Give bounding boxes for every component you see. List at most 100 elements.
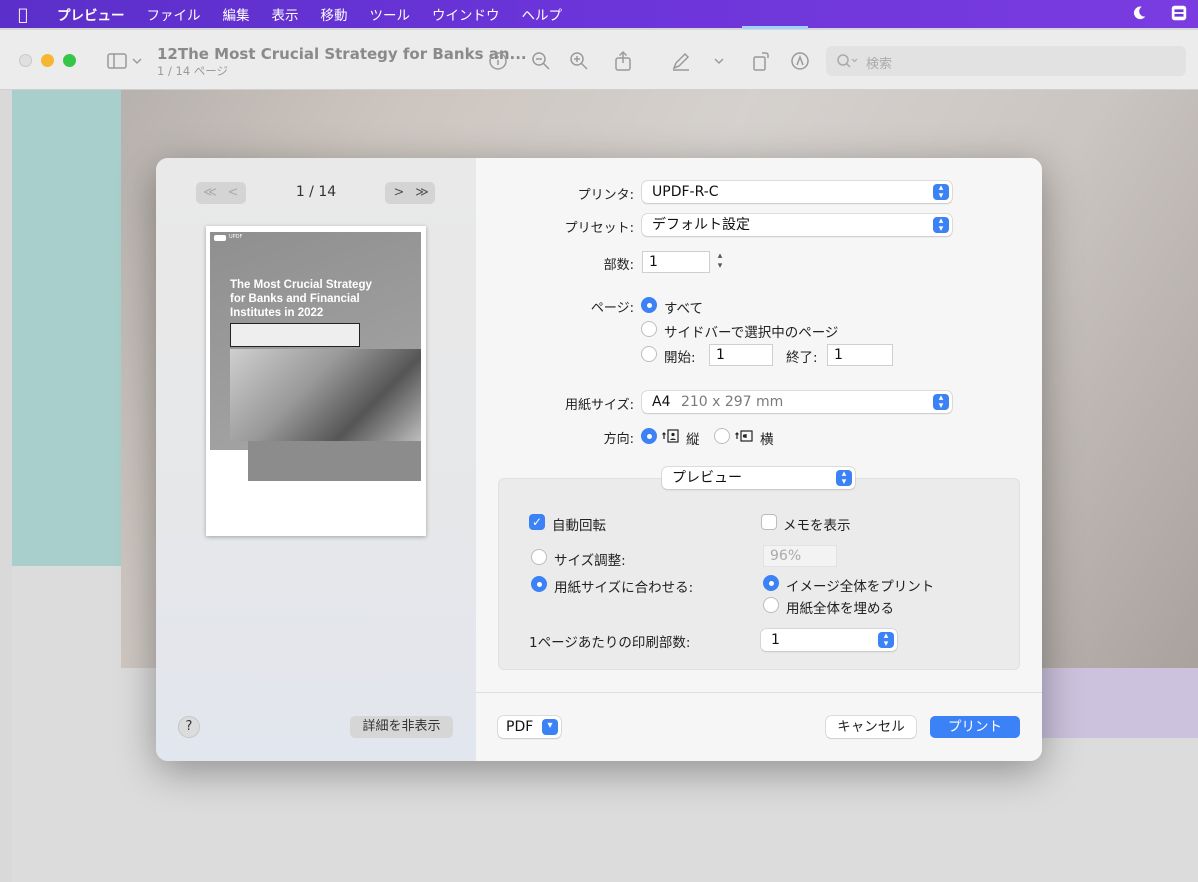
popup-arrows-icon: ▴ ▾ (933, 394, 949, 411)
search-input[interactable]: 検索 (826, 46, 1186, 76)
page-nav-forward-group: > ≫ (385, 182, 435, 204)
prev-page-button[interactable]: < (222, 182, 244, 204)
menu-window[interactable]: ウインドウ (421, 4, 511, 24)
markup-chevron-down-icon[interactable] (713, 50, 725, 72)
last-page-button[interactable]: ≫ (411, 182, 433, 204)
fit-to-paper-label: 用紙サイズに合わせる: (554, 580, 694, 596)
moon-icon[interactable] (1130, 4, 1148, 22)
landscape-icon (735, 430, 753, 442)
print-entire-image-radio[interactable] (763, 575, 779, 591)
chevron-down-icon[interactable] (131, 50, 143, 72)
pages-to-label: 終了: (786, 350, 818, 366)
options-section-value: プレビュー (672, 470, 742, 486)
paper-size-select[interactable]: A4 210 x 297 mm ▴ ▾ (642, 391, 952, 413)
thumbnail-logo-text: UPDF (229, 234, 243, 240)
preset-value: デフォルト設定 (652, 217, 750, 233)
settings-pane: プリンタ: UPDF-R-C ▴ ▾ プリセット: デフォルト設定 ▴ ▾ 部数: … (476, 158, 1042, 761)
pages-per-sheet-select[interactable]: 1 ▴ ▾ (761, 629, 897, 651)
pages-label: ページ: (590, 301, 634, 316)
orientation-label: 方向: (603, 432, 634, 447)
preset-select[interactable]: デフォルト設定 ▴ ▾ (642, 214, 952, 236)
pages-sidebar-label: サイドバーで選択中のページ (664, 325, 839, 341)
scale-radio[interactable] (531, 549, 547, 565)
next-page-button[interactable]: > (387, 182, 411, 204)
portrait-icon (662, 429, 679, 443)
thumbnail-photo (230, 349, 421, 441)
annotate-icon[interactable] (789, 50, 811, 72)
auto-rotate-label: 自動回転 (552, 518, 606, 534)
pdf-label: PDF (506, 719, 534, 735)
thumbnail-photo-bottom (248, 441, 421, 481)
orientation-landscape-radio[interactable] (714, 428, 730, 444)
pages-per-sheet-label: 1ページあたりの印刷部数: (529, 635, 691, 651)
menu-help[interactable]: ヘルプ (511, 4, 574, 24)
preset-label: プリセット: (564, 221, 634, 236)
page-thumbnail: UPDF The Most Crucial Strategy for Banks… (206, 226, 426, 536)
printer-label: プリンタ: (577, 188, 634, 203)
search-icon (837, 54, 858, 68)
print-button[interactable]: プリント (930, 716, 1020, 738)
page-counter: 1 / 14 (295, 184, 337, 200)
pages-range-radio[interactable] (641, 346, 657, 362)
markup-pen-icon[interactable] (670, 50, 692, 72)
zoom-out-icon[interactable] (530, 50, 552, 72)
pages-to-field[interactable]: 1 (827, 344, 893, 366)
app-status-icon[interactable] (1170, 4, 1188, 22)
fill-paper-radio[interactable] (763, 597, 779, 613)
scale-label: サイズ調整: (554, 553, 626, 569)
pages-all-radio[interactable] (641, 297, 657, 313)
zoom-in-icon[interactable] (568, 50, 590, 72)
minimize-window-button[interactable] (41, 54, 54, 67)
scale-field[interactable]: 96% (763, 545, 837, 567)
paper-size-dims: 210 x 297 mm (680, 394, 784, 410)
pages-from-label: 開始: (664, 350, 696, 366)
cancel-button[interactable]: キャンセル (826, 716, 916, 738)
options-section-select[interactable]: プレビュー ▴ ▾ (662, 467, 855, 489)
auto-rotate-checkbox[interactable]: ✓ (529, 514, 545, 530)
orientation-portrait-radio[interactable] (641, 428, 657, 444)
menu-edit[interactable]: 編集 (212, 4, 261, 24)
info-icon[interactable] (487, 50, 509, 72)
search-placeholder: 検索 (866, 57, 893, 72)
copies-stepper[interactable]: ▴ ▾ (713, 251, 727, 273)
close-window-button[interactable] (19, 54, 32, 67)
pages-sidebar-radio[interactable] (641, 321, 657, 337)
paper-size-value: A4 (652, 394, 671, 410)
sidebar-icon[interactable] (106, 50, 128, 72)
fill-paper-label: 用紙全体を埋める (786, 601, 894, 617)
menu-view[interactable]: 表示 (261, 4, 310, 24)
copies-field[interactable]: 1 (642, 251, 710, 273)
menu-go[interactable]: 移動 (310, 4, 359, 24)
thumbnail-box (230, 323, 360, 347)
menu-app[interactable]: プレビュー (46, 4, 136, 24)
window-toolbar: 12The Most Crucial Strategy for Banks an… (0, 30, 1198, 90)
pages-all-label: すべて (664, 301, 704, 317)
fit-to-paper-radio[interactable] (531, 576, 547, 592)
rotate-icon[interactable] (750, 50, 772, 72)
document-title: 12The Most Crucial Strategy for Banks an… (157, 45, 527, 63)
menu-tools[interactable]: ツール (359, 4, 422, 24)
paper-size-label: 用紙サイズ: (565, 398, 634, 413)
help-button[interactable]: ? (178, 716, 200, 738)
page-nav-back-group: ≪ < (196, 182, 246, 204)
print-dialog: ≪ < 1 / 14 > ≫ UPDF The Most Crucial Strat… (156, 158, 1042, 761)
show-notes-checkbox[interactable] (761, 514, 777, 530)
share-icon[interactable] (612, 50, 634, 72)
thumbnail-logo (214, 235, 226, 241)
first-page-button[interactable]: ≪ (198, 182, 222, 204)
footer-divider (476, 692, 1042, 693)
pdf-menu-button[interactable]: PDF ▾ (498, 716, 561, 738)
menu-file[interactable]: ファイル (136, 4, 212, 24)
document-page-info: 1 / 14 ページ (157, 64, 229, 78)
hide-details-button[interactable]: 詳細を非表示 (350, 716, 453, 738)
copies-label: 部数: (603, 258, 634, 273)
popup-arrows-icon: ▴ ▾ (878, 632, 894, 649)
pages-from-field[interactable]: 1 (709, 344, 773, 366)
printer-select[interactable]: UPDF-R-C ▴ ▾ (642, 181, 952, 203)
apple-menu-icon[interactable]:  (0, 5, 46, 24)
orientation-portrait-label: 縦 (686, 432, 700, 448)
zoom-window-button[interactable] (63, 54, 76, 67)
popup-arrows-icon: ▴ ▾ (933, 184, 949, 201)
chevron-down-icon: ▾ (542, 719, 558, 735)
menu-indicator (742, 26, 808, 29)
